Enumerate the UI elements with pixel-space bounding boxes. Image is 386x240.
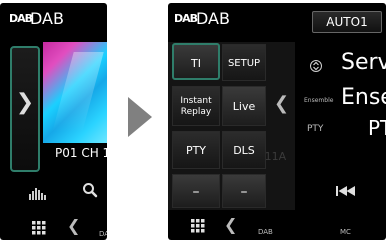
- dab-logo: DAB: [174, 12, 198, 25]
- pty-label: PTY: [307, 124, 324, 134]
- panel-open-handle[interactable]: ❯: [10, 46, 40, 172]
- left-screen: DAB DAB P01 CH 1 ❯ ❮ DA: [0, 3, 107, 240]
- transition-arrow-icon: [128, 97, 152, 137]
- home-grid-icon[interactable]: [191, 219, 205, 233]
- skip-previous-icon[interactable]: [336, 186, 356, 196]
- ensemble-name: Ense: [341, 85, 386, 110]
- channel-info: P01 CH 1: [55, 146, 107, 160]
- service-name: Serv: [341, 50, 386, 75]
- equalizer-icon[interactable]: [29, 186, 49, 200]
- dab-logo: DAB: [9, 12, 33, 25]
- search-icon[interactable]: [82, 182, 98, 198]
- instant-replay-line2: Replay: [180, 107, 212, 117]
- instant-replay-button[interactable]: Instant Replay: [172, 86, 220, 126]
- source-label-mc: MC: [340, 228, 351, 236]
- ti-button[interactable]: TI: [172, 43, 220, 80]
- pty-search-button[interactable]: PTY: [172, 131, 220, 169]
- dls-button[interactable]: DLS: [222, 131, 266, 169]
- ensemble-label: Ensemble: [304, 97, 334, 104]
- album-artwork: [43, 42, 107, 143]
- panel-close-chevron-icon[interactable]: ❮: [274, 93, 289, 114]
- chevron-right-icon: ❯: [15, 90, 35, 115]
- source-title: DAB: [196, 9, 230, 28]
- preset-minus-button-2[interactable]: –: [222, 174, 266, 208]
- pty-value: PT: [368, 116, 386, 140]
- auto1-button[interactable]: AUTO1: [312, 11, 382, 33]
- setup-button[interactable]: SETUP: [222, 44, 266, 81]
- source-label-tiny: DA: [99, 230, 107, 238]
- chevron-left-icon[interactable]: ❮: [224, 215, 237, 234]
- home-grid-icon[interactable]: [32, 221, 46, 235]
- service-info-icon: [310, 60, 322, 72]
- chevron-left-icon[interactable]: ❮: [67, 216, 80, 235]
- live-button[interactable]: Live: [222, 86, 266, 126]
- preset-minus-button-1[interactable]: –: [172, 174, 220, 208]
- instant-replay-line1: Instant: [180, 96, 212, 106]
- source-label-dab: DAB: [258, 228, 273, 236]
- source-title: DAB: [30, 9, 64, 28]
- right-screen: DAB DAB AUTO1 P1 CH 11A TI SETUP Instant…: [168, 3, 386, 240]
